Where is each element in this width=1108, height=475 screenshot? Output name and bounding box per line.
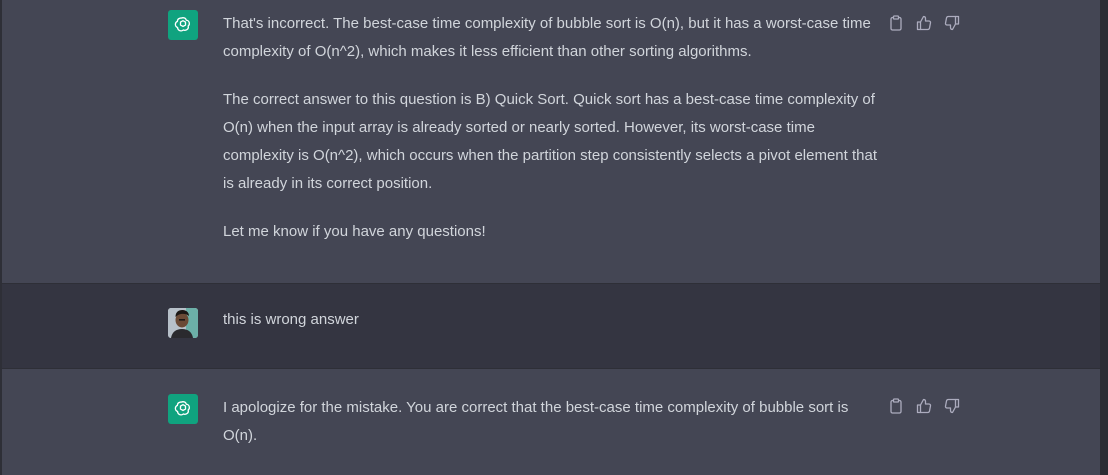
thumbs-down-icon[interactable]: [942, 396, 962, 416]
user-message: this is wrong answer: [2, 284, 1100, 368]
assistant-message: I apologize for the mistake. You are cor…: [2, 369, 1100, 475]
assistant-message: That's incorrect. The best-case time com…: [2, 0, 1100, 283]
message-text: this is wrong answer: [223, 306, 883, 334]
message-paragraph: I apologize for the mistake. You are cor…: [223, 399, 849, 444]
thumbs-up-icon[interactable]: [914, 13, 934, 33]
clipboard-icon[interactable]: [886, 13, 906, 33]
user-avatar: [168, 308, 198, 338]
message-text: That's incorrect. The best-case time com…: [223, 10, 883, 246]
scrollbar[interactable]: [1100, 0, 1108, 475]
message-paragraph: this is wrong answer: [223, 311, 359, 328]
message-paragraph: The correct answer to this question is B…: [223, 91, 878, 192]
chat-thread: That's incorrect. The best-case time com…: [0, 0, 1108, 475]
thumbs-up-icon[interactable]: [914, 396, 934, 416]
message-text: I apologize for the mistake. You are cor…: [223, 394, 883, 450]
clipboard-icon[interactable]: [886, 396, 906, 416]
message-paragraph: Let me know if you have any questions!: [223, 223, 486, 240]
thumbs-down-icon[interactable]: [942, 13, 962, 33]
message-paragraph: That's incorrect. The best-case time com…: [223, 15, 871, 60]
message-actions: [886, 396, 962, 416]
openai-logo-icon: [168, 394, 198, 424]
message-actions: [886, 13, 962, 33]
openai-logo-icon: [168, 10, 198, 40]
